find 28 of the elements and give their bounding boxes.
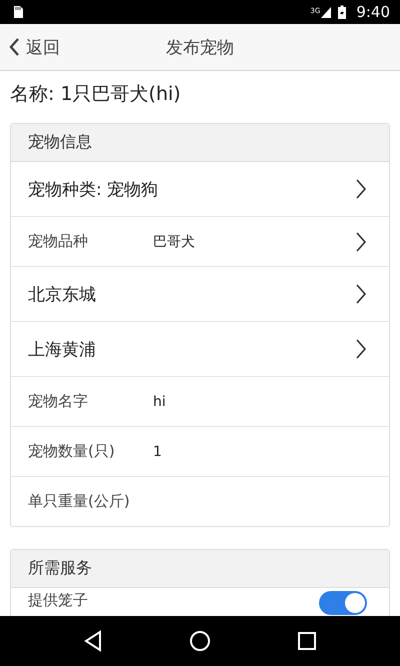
clock-time: 9:40	[356, 3, 390, 21]
signal-icon	[320, 5, 332, 19]
field-label: 宠物品种	[28, 232, 89, 251]
pet-name-label: 名称: 1只巴哥犬(hi)	[9, 82, 182, 107]
item-label: 北京东城	[28, 284, 97, 306]
list-item[interactable]: 宠物种类: 宠物狗	[11, 162, 389, 217]
field-value: 1	[153, 444, 163, 460]
recents-icon[interactable]	[297, 631, 317, 651]
field-label: 宠物数量(只)	[28, 442, 116, 461]
field-label: 单只重量(公斤)	[28, 492, 131, 511]
battery-icon	[337, 5, 348, 19]
back-icon[interactable]	[83, 630, 103, 652]
field-label: 宠物名字	[28, 392, 89, 411]
sd-card-icon	[12, 5, 24, 19]
field-label: 提供笼子	[28, 591, 89, 610]
back-button[interactable]: 返回	[0, 24, 60, 70]
list-item[interactable]: 北京东城	[11, 267, 389, 322]
item-label: 上海黄浦	[28, 338, 97, 360]
field-value: 巴哥犬	[153, 232, 196, 250]
page-title: 发布宠物	[165, 36, 235, 58]
toggle-switch[interactable]	[319, 591, 367, 615]
item-label: 宠物种类: 宠物狗	[28, 178, 160, 200]
field-value: hi	[153, 394, 167, 410]
section-header: 宠物信息	[11, 124, 389, 162]
section-header: 所需服务	[11, 550, 389, 588]
home-icon[interactable]	[189, 630, 211, 652]
list-item[interactable]: 上海黄浦	[11, 322, 389, 377]
chevron-left-icon	[8, 37, 20, 57]
